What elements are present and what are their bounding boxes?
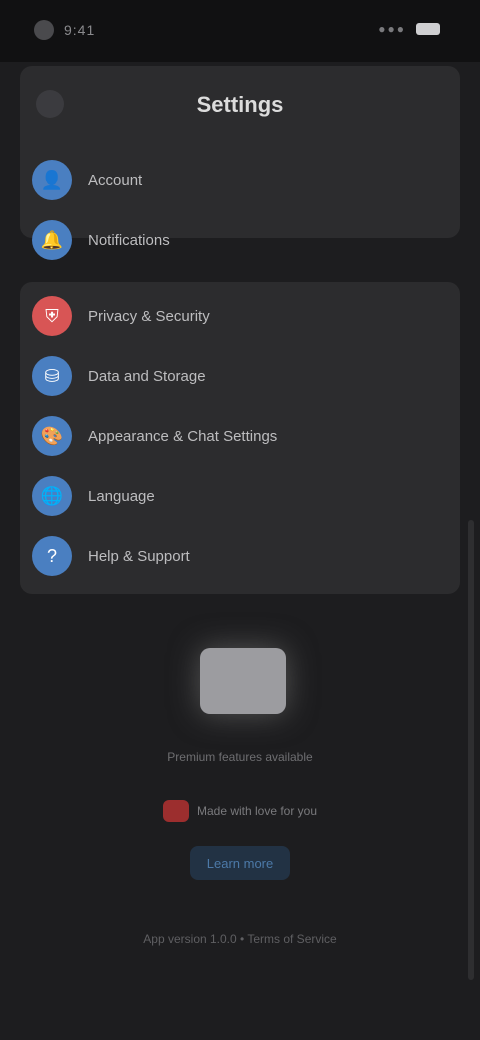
bell-icon: 🔔 [32,220,72,260]
settings-item-appearance[interactable]: 🎨 Appearance & Chat Settings [20,406,460,466]
settings-item-label: Help & Support [88,547,190,565]
signal-icon: ●●● [378,22,406,36]
promo-line-text: Made with love for you [196,804,318,818]
person-icon: 👤 [32,160,72,200]
palette-icon: 🎨 [32,416,72,456]
status-left: 9:41 [34,20,95,40]
settings-item-label: Privacy & Security [88,307,210,325]
battery-icon [416,23,440,35]
settings-item-label: Language [88,487,155,505]
promo-card: Premium features available Made with lov… [20,604,460,984]
status-time: 9:41 [64,22,96,38]
settings-item-help[interactable]: ? Help & Support [20,526,460,586]
promo-line: Made with love for you [20,800,460,822]
learn-more-button[interactable]: Learn more [190,846,290,880]
settings-item-account[interactable]: 👤 Account [20,150,460,210]
globe-icon: 🌐 [32,476,72,516]
database-icon: ⛁ [32,356,72,396]
status-bar: 9:41 ●●● [0,0,480,62]
settings-item-notifications[interactable]: 🔔 Notifications [20,210,460,270]
help-icon: ? [32,536,72,576]
settings-item-privacy[interactable]: ⛨ Privacy & Security [20,286,460,346]
settings-item-label: Data and Storage [88,367,206,385]
avatar [34,20,54,40]
page-header: Settings [20,66,460,146]
settings-item-label: Account [88,171,143,189]
status-right: ●●● [378,22,440,36]
settings-item-language[interactable]: 🌐 Language [20,466,460,526]
heart-icon [162,800,189,822]
promo-subtitle: Premium features available [167,750,313,764]
promo-image [200,648,286,714]
shield-icon: ⛨ [32,296,72,336]
settings-group-primary: Settings 👤 Account 🔔 Notifications [20,66,460,260]
settings-group-secondary: ⛨ Privacy & Security ⛁ Data and Storage … [20,282,460,594]
scrollbar[interactable] [468,520,474,980]
settings-item-label: Appearance & Chat Settings [88,427,278,445]
settings-item-data-storage[interactable]: ⛁ Data and Storage [20,346,460,406]
page-title: Settings [196,92,284,117]
settings-item-label: Notifications [88,231,170,249]
footer-text: App version 1.0.0 • Terms of Service [143,932,337,946]
